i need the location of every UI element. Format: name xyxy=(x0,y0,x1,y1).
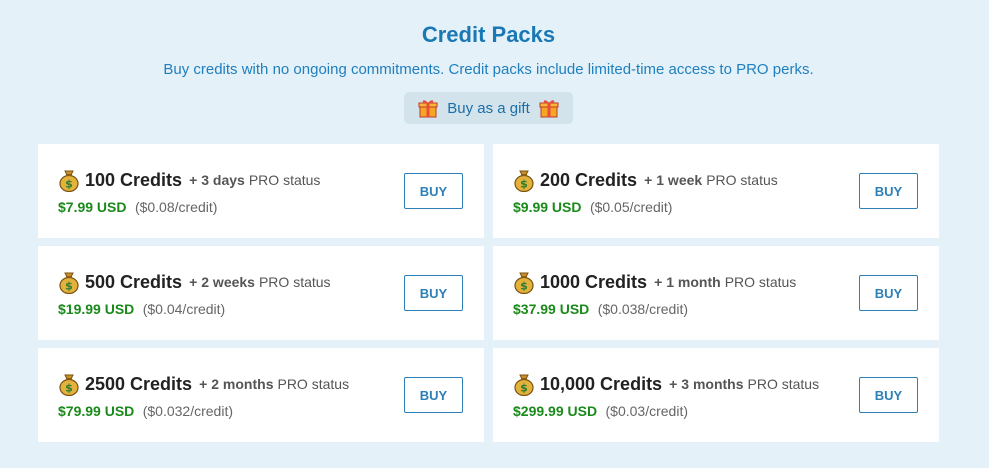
credit-pack-card: $ 100 Credits + 3 days PRO status $7.99 … xyxy=(38,144,484,238)
pro-duration: 2 weeks xyxy=(201,274,255,290)
credits-amount: 200 Credits xyxy=(540,169,638,190)
money-bag-icon: $ xyxy=(59,272,79,294)
gift-icon xyxy=(418,100,438,118)
buy-button[interactable]: BUY xyxy=(404,275,463,311)
plus-sign: + xyxy=(644,172,653,188)
pro-status-label: PRO status xyxy=(724,274,797,290)
plus-sign: + xyxy=(189,274,198,290)
pack-price: $299.99 USD xyxy=(513,403,598,419)
credits-amount: 500 Credits xyxy=(85,271,183,292)
pack-price: $37.99 USD xyxy=(513,301,590,317)
pack-price: $9.99 USD xyxy=(513,199,582,215)
pro-status-label: PRO status xyxy=(248,172,321,188)
credit-packs-page: Credit Packs Buy credits with no ongoing… xyxy=(0,0,989,468)
svg-text:$: $ xyxy=(65,382,73,395)
money-bag-icon: $ xyxy=(59,374,79,396)
pro-duration: 1 week xyxy=(656,172,703,188)
plus-sign: + xyxy=(654,274,663,290)
buy-button[interactable]: BUY xyxy=(859,377,918,413)
pro-duration: 1 month xyxy=(666,274,721,290)
price-per-credit: ($0.038/credit) xyxy=(597,301,689,317)
price-per-credit: ($0.08/credit) xyxy=(134,199,218,215)
money-bag-icon: $ xyxy=(514,272,534,294)
plus-sign: + xyxy=(189,172,198,188)
credits-amount: 2500 Credits xyxy=(85,373,193,394)
price-per-credit: ($0.032/credit) xyxy=(142,403,234,419)
credit-pack-card: $ 500 Credits + 2 weeks PRO status $19.9… xyxy=(38,246,484,340)
gift-label: Buy as a gift xyxy=(447,99,530,117)
money-bag-icon: $ xyxy=(514,374,534,396)
money-bag-icon: $ xyxy=(514,170,534,192)
pro-duration: 3 months xyxy=(681,376,744,392)
money-bag-icon: $ xyxy=(59,170,79,192)
buy-as-gift-button[interactable]: Buy as a gift xyxy=(404,92,573,124)
buy-button[interactable]: BUY xyxy=(404,173,463,209)
page-title: Credit Packs xyxy=(421,22,556,47)
credits-amount: 10,000 Credits xyxy=(540,373,663,394)
pro-status-label: PRO status xyxy=(706,172,778,188)
gift-icon xyxy=(539,100,559,118)
pro-status-label: PRO status xyxy=(258,274,331,290)
credit-pack-card: $ 200 Credits + 1 week PRO status $9.99 … xyxy=(493,144,939,238)
plus-sign: + xyxy=(199,376,208,392)
credits-amount: 100 Credits xyxy=(85,169,183,190)
credit-pack-card: $ 10,000 Credits + 3 months PRO status $… xyxy=(493,348,939,442)
svg-text:$: $ xyxy=(65,280,73,293)
pro-duration: 3 days xyxy=(201,172,245,188)
plus-sign: + xyxy=(669,376,678,392)
svg-text:$: $ xyxy=(520,178,528,191)
buy-button[interactable]: BUY xyxy=(859,173,918,209)
pro-status-label: PRO status xyxy=(747,376,820,392)
buy-button[interactable]: BUY xyxy=(404,377,463,413)
pro-status-label: PRO status xyxy=(277,376,350,392)
credit-pack-card: $ 2500 Credits + 2 months PRO status $79… xyxy=(38,348,484,442)
pack-price: $79.99 USD xyxy=(58,403,135,419)
page-subtitle: Buy credits with no ongoing commitments.… xyxy=(163,61,814,78)
pack-price: $7.99 USD xyxy=(58,199,127,215)
svg-text:$: $ xyxy=(520,382,528,395)
svg-text:$: $ xyxy=(520,280,528,293)
price-per-credit: ($0.04/credit) xyxy=(142,301,226,317)
credits-amount: 1000 Credits xyxy=(540,271,648,292)
pro-duration: 2 months xyxy=(211,376,274,392)
price-per-credit: ($0.03/credit) xyxy=(605,403,688,419)
svg-text:$: $ xyxy=(65,178,73,191)
buy-button[interactable]: BUY xyxy=(859,275,918,311)
price-per-credit: ($0.05/credit) xyxy=(589,199,673,215)
pack-price: $19.99 USD xyxy=(58,301,135,317)
credit-pack-card: $ 1000 Credits + 1 month PRO status $37.… xyxy=(493,246,939,340)
